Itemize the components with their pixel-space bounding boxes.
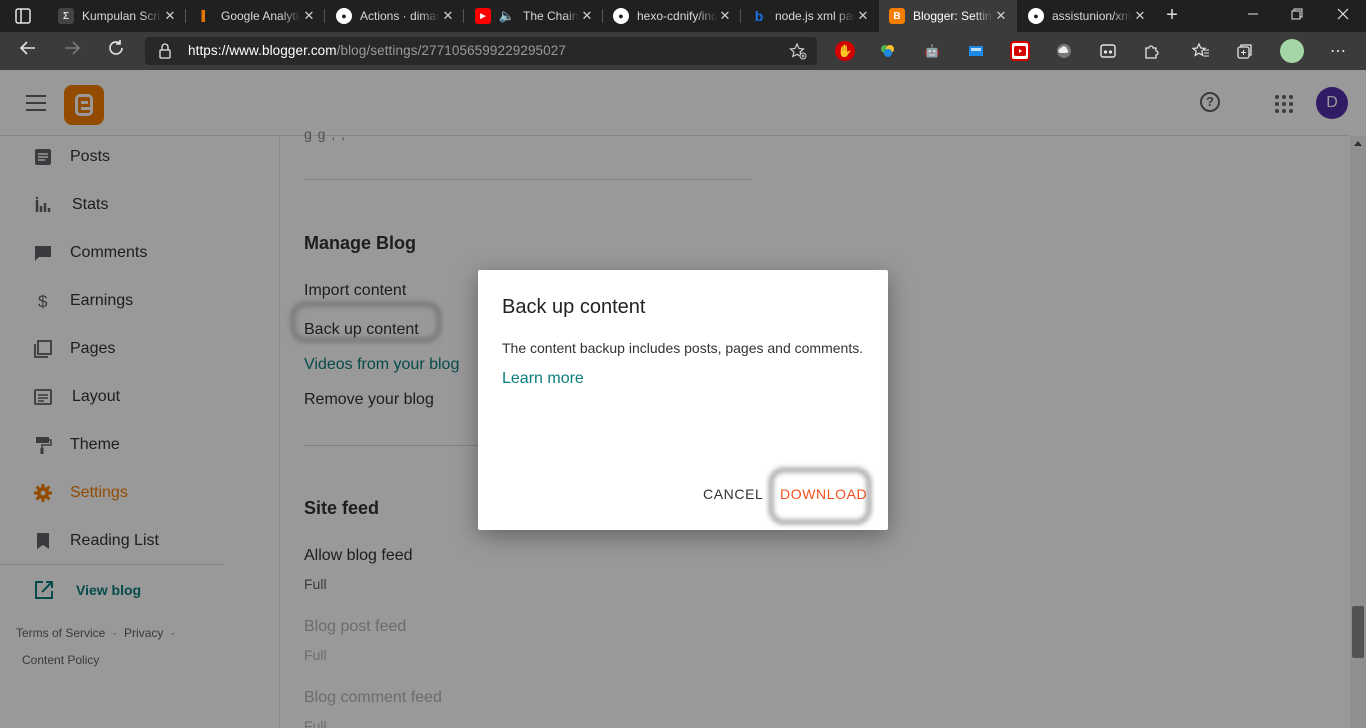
- cookie-extension-icon[interactable]: [1098, 41, 1118, 61]
- minimize-icon[interactable]: [1230, 0, 1276, 32]
- tab-title: assistunion/xml: [1052, 9, 1132, 23]
- tab-title: Actions · dimaslanjaka: [360, 9, 440, 23]
- new-tab-icon[interactable]: +: [1160, 4, 1184, 28]
- refresh-icon[interactable]: [102, 37, 130, 65]
- browser-tab[interactable]: ▶ 🔈 The Chainsmokers ✕: [465, 0, 603, 32]
- browser-tab-bar: Σ Kumpulan Script ✕ ▌ Google Analytics ✕…: [0, 0, 1366, 32]
- speaker-icon[interactable]: 🔈: [499, 8, 515, 24]
- dialog-title: Back up content: [502, 296, 646, 318]
- close-window-icon[interactable]: [1320, 0, 1366, 32]
- browser-tab[interactable]: ● assistunion/xml ✕: [1018, 0, 1156, 32]
- close-tab-icon[interactable]: ✕: [440, 8, 456, 24]
- back-icon[interactable]: [14, 37, 42, 65]
- close-tab-icon[interactable]: ✕: [717, 8, 733, 24]
- browser-tab[interactable]: ▌ Google Analytics ✕: [187, 0, 325, 32]
- browser-tab[interactable]: b node.js xml parse ✕: [741, 0, 879, 32]
- tab-title: Blogger: Settings: [913, 9, 993, 23]
- close-tab-icon[interactable]: ✕: [301, 8, 317, 24]
- favorites-icon[interactable]: [1191, 41, 1211, 61]
- more-options-icon[interactable]: ⋯: [1328, 41, 1348, 61]
- adblock-extension-icon[interactable]: ✋: [835, 41, 855, 61]
- close-tab-icon[interactable]: ✕: [162, 8, 178, 24]
- close-tab-icon[interactable]: ✕: [993, 8, 1009, 24]
- close-tab-icon[interactable]: ✕: [855, 8, 871, 24]
- window-extension-icon[interactable]: [966, 41, 986, 61]
- add-favorite-icon[interactable]: [789, 42, 807, 60]
- browser-toolbar: https://www.blogger.com/blog/settings/27…: [0, 32, 1366, 70]
- blogger-app: ? D Posts Stats Comments $ Earnings Page…: [0, 70, 1366, 728]
- close-tab-icon[interactable]: ✕: [579, 8, 595, 24]
- backup-dialog: Back up content The content backup inclu…: [478, 270, 888, 530]
- github-icon: ●: [336, 8, 352, 24]
- tab-title: hexo-cdnify/index: [637, 9, 717, 23]
- github-icon: ●: [613, 8, 629, 24]
- browser-tab[interactable]: Σ Kumpulan Script ✕: [48, 0, 186, 32]
- cloud-extension-icon[interactable]: [1054, 41, 1074, 61]
- blogger-icon: B: [889, 8, 905, 24]
- profile-avatar-icon[interactable]: [1280, 39, 1304, 63]
- lock-icon[interactable]: [159, 43, 171, 59]
- bing-icon: b: [754, 8, 764, 24]
- highlight-scribble: [290, 301, 442, 343]
- extensions-puzzle-icon[interactable]: [1142, 41, 1162, 61]
- color-picker-extension-icon[interactable]: [878, 41, 898, 61]
- browser-tab[interactable]: ● Actions · dimaslanjaka ✕: [326, 0, 464, 32]
- robot-extension-icon[interactable]: 🤖: [922, 41, 942, 61]
- tab-actions-icon[interactable]: [10, 7, 38, 25]
- highlight-scribble: [768, 467, 872, 525]
- close-tab-icon[interactable]: ✕: [1132, 8, 1148, 24]
- address-bar[interactable]: https://www.blogger.com/blog/settings/27…: [145, 37, 817, 65]
- url-text: https://www.blogger.com/blog/settings/27…: [188, 43, 566, 58]
- github-icon: ●: [1028, 8, 1044, 24]
- cancel-button[interactable]: CANCEL: [703, 486, 763, 502]
- learn-more-link[interactable]: Learn more: [502, 370, 584, 388]
- dialog-body: The content backup includes posts, pages…: [502, 340, 864, 356]
- tab-title: The Chainsmokers: [523, 9, 579, 23]
- browser-tab-active[interactable]: B Blogger: Settings ✕: [879, 0, 1017, 32]
- youtube-extension-icon[interactable]: [1010, 41, 1030, 61]
- tab-title: Google Analytics: [221, 9, 301, 23]
- tab-favicon-icon: ▌: [201, 10, 209, 22]
- tab-title: node.js xml parse: [775, 9, 855, 23]
- tab-title: Kumpulan Script: [82, 9, 162, 23]
- restore-icon[interactable]: [1274, 0, 1320, 32]
- youtube-icon: ▶: [475, 8, 491, 24]
- tab-favicon-icon: Σ: [58, 8, 74, 24]
- collections-icon[interactable]: [1235, 41, 1255, 61]
- forward-icon[interactable]: [58, 37, 86, 65]
- browser-tab[interactable]: ● hexo-cdnify/index ✕: [603, 0, 741, 32]
